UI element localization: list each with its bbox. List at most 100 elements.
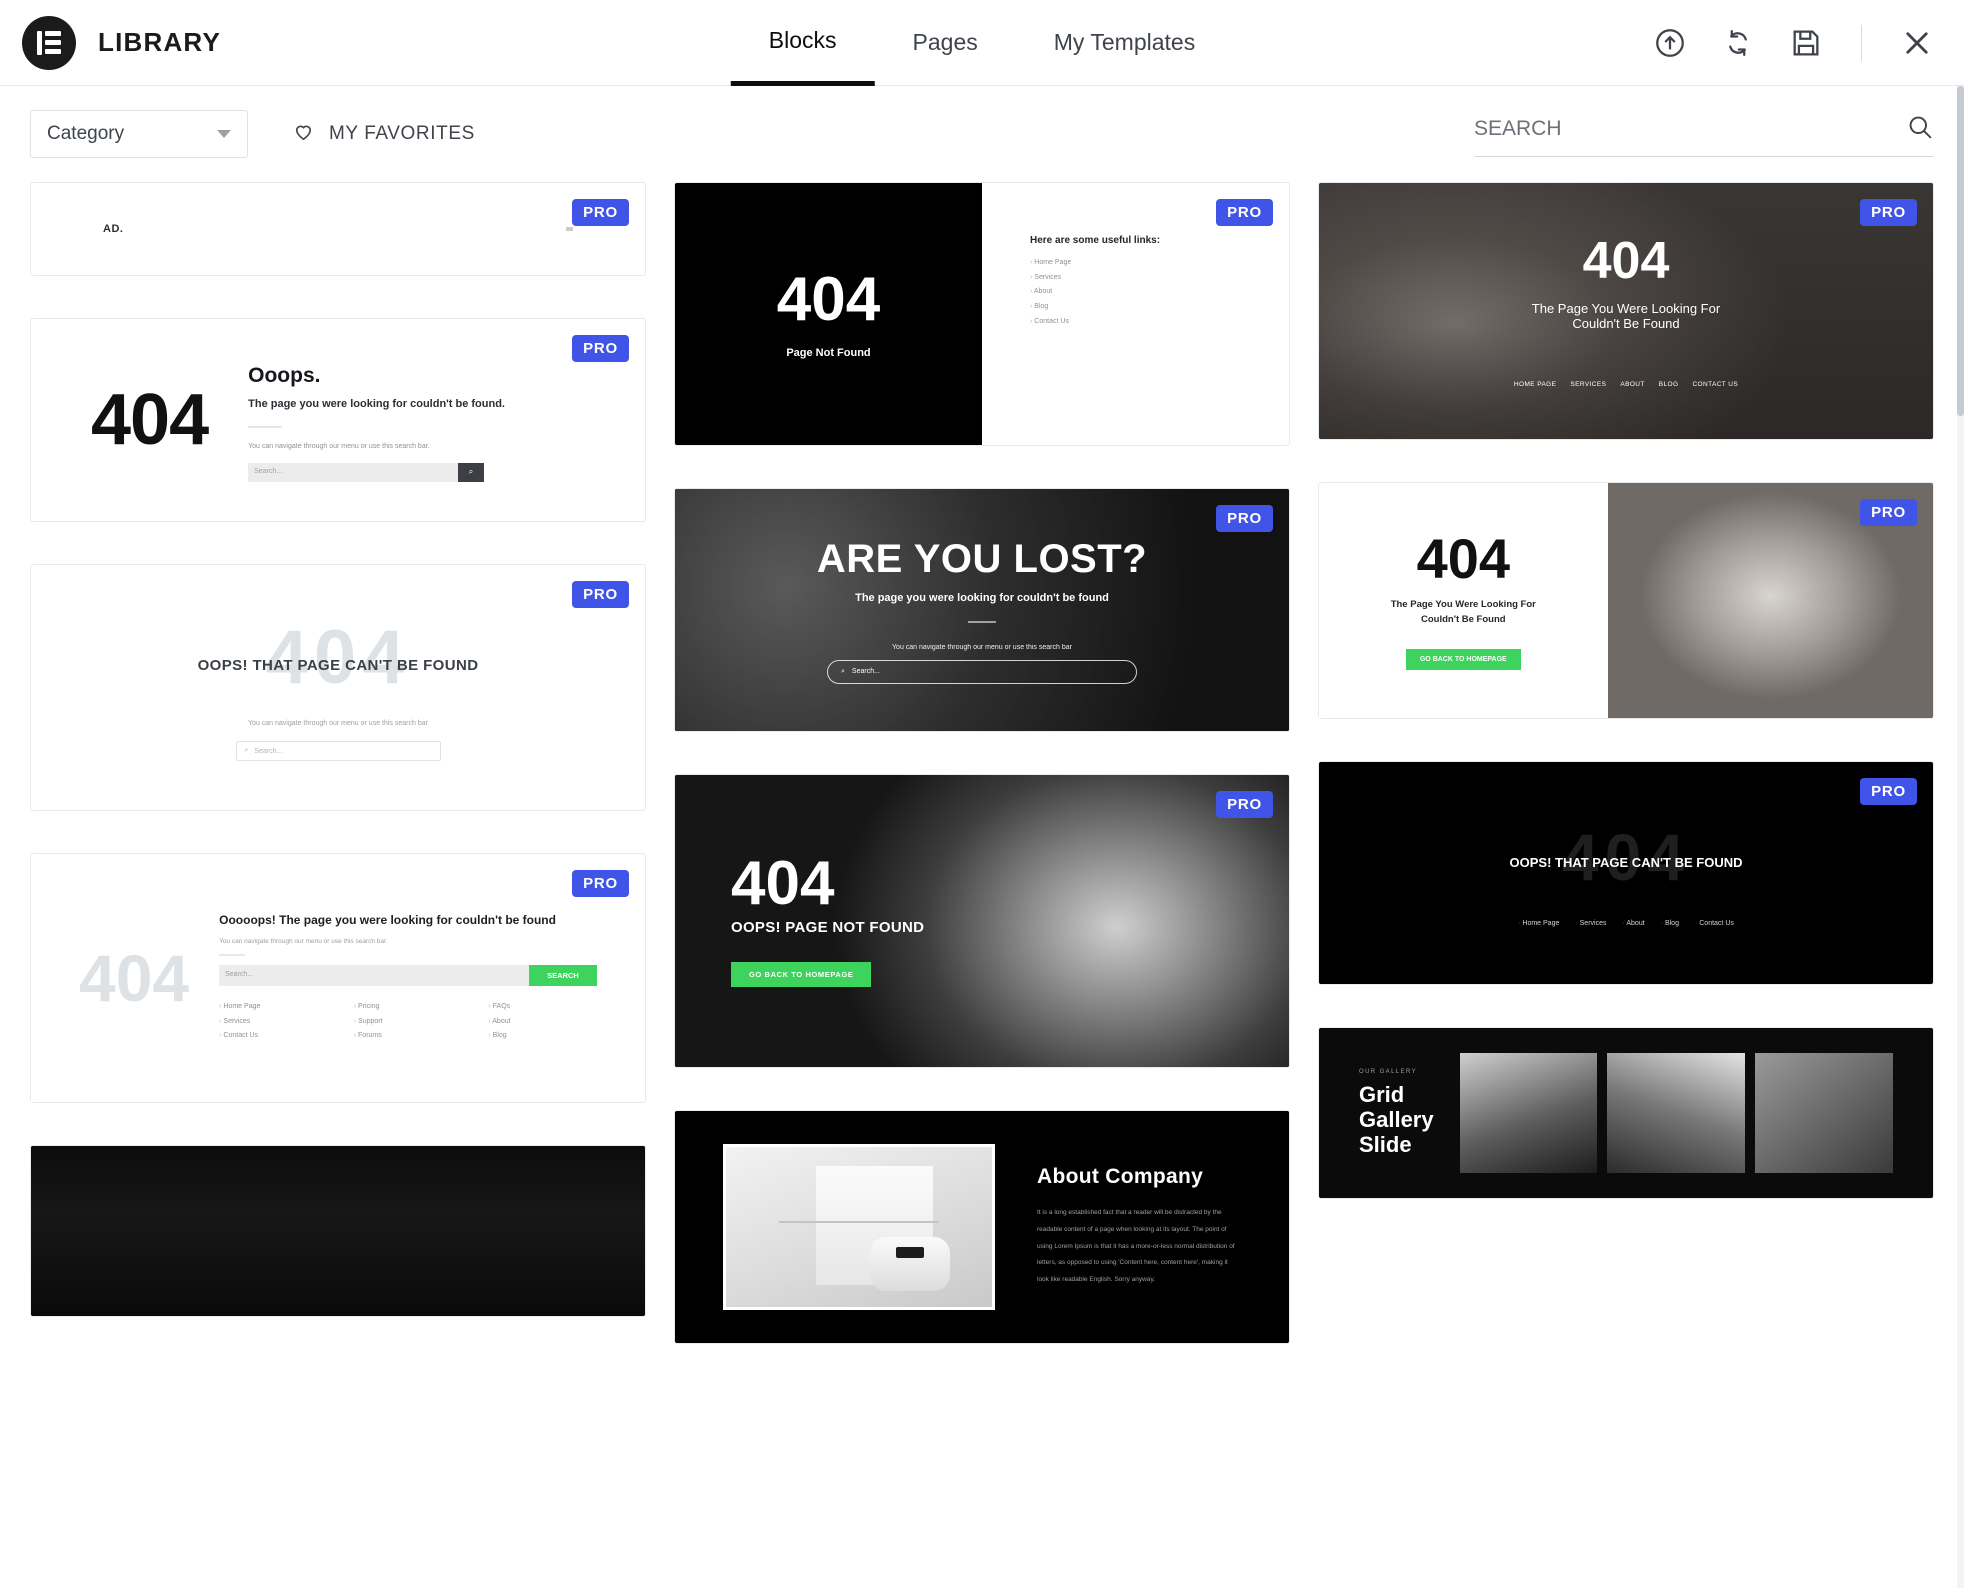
- pro-badge: PRO: [572, 581, 629, 608]
- template-card-man-404[interactable]: PRO 404 OOPS! PAGE NOT FOUND GO BACK TO …: [674, 774, 1290, 1068]
- section-body: It is a long established fact that a rea…: [1037, 1208, 1235, 1284]
- template-card-ooops[interactable]: PRO 404 Ooops. The page you were looking…: [30, 318, 646, 522]
- error-headline: OOPS! THAT PAGE CAN'T BE FOUND: [197, 657, 479, 674]
- list-item: Services: [219, 1015, 328, 1030]
- gallery-tiles: [1459, 1053, 1893, 1173]
- template-card-oops-light[interactable]: PRO 404 OOPS! THAT PAGE CAN'T BE FOUND Y…: [30, 564, 646, 811]
- divider: [248, 426, 283, 429]
- template-card-baby-404[interactable]: PRO 404 The Page You Were Looking For Co…: [1318, 482, 1934, 719]
- list-item: About: [488, 1015, 597, 1030]
- template-preview: 404 Page Not Found Here are some useful …: [675, 183, 1289, 445]
- gallery-title-line2: Gallery: [1359, 1106, 1434, 1132]
- category-dropdown[interactable]: Category: [30, 110, 248, 158]
- error-subtitle-line1: The Page You Were Looking For: [1390, 599, 1536, 611]
- template-grid: PRO AD. PRO 404 Ooops. The page you were…: [0, 182, 1964, 1588]
- error-subtitle-line2: Couldn't Be Found: [1572, 315, 1680, 331]
- preview-search-bar: ⌕ Search...: [827, 659, 1137, 684]
- template-preview: ARE YOU LOST? The page you were looking …: [675, 489, 1289, 731]
- list-item: Contact Us: [219, 1029, 328, 1044]
- search-field[interactable]: [1474, 112, 1934, 157]
- error-number: 404: [79, 941, 190, 1015]
- tab-blocks[interactable]: Blocks: [730, 0, 875, 86]
- template-card-dark-oops[interactable]: PRO 404 OOPS! THAT PAGE CAN'T BE FOUND H…: [1318, 761, 1934, 985]
- go-back-home-button: GO BACK TO HOMEPAGE: [731, 962, 872, 988]
- close-icon[interactable]: [1900, 26, 1934, 60]
- search-icon: ⌕: [841, 667, 845, 675]
- nav-item: CONTACT US: [1692, 380, 1739, 388]
- preview-search-row: Search... ⌕: [248, 462, 484, 482]
- section-title: About Company: [1037, 1164, 1204, 1188]
- link-column: FAQs About Blog: [488, 1000, 597, 1044]
- pro-badge: PRO: [1216, 791, 1273, 818]
- error-number: 404: [1416, 527, 1510, 591]
- template-card-city[interactable]: [30, 1145, 646, 1317]
- preview-search-bar: ⌕ Search...: [235, 741, 441, 761]
- library-tabs: Blocks Pages My Templates: [730, 0, 1233, 86]
- error-note: You can navigate through our menu or use…: [248, 443, 430, 451]
- search-input[interactable]: [1474, 116, 1905, 141]
- tab-my-templates[interactable]: My Templates: [1016, 0, 1233, 86]
- preview-search-input: Search...: [219, 964, 529, 986]
- crowd-photo: [675, 489, 1289, 731]
- gallery-title-line1: Grid: [1359, 1081, 1405, 1107]
- template-card-are-you-lost[interactable]: PRO ARE YOU LOST? The page you were look…: [674, 488, 1290, 732]
- preview-search-button: ⌕: [457, 462, 484, 482]
- pro-badge: PRO: [572, 335, 629, 362]
- preview-search-placeholder: Search...: [254, 747, 283, 755]
- grid-column-1: PRO AD. PRO 404 Ooops. The page you were…: [30, 182, 646, 1588]
- error-subtitle-line1: The Page You Were Looking For: [1531, 300, 1721, 316]
- error-note: You can navigate through our menu or use…: [219, 937, 388, 945]
- grid-column-3: PRO 404 The Page You Were Looking For Co…: [1318, 182, 1934, 1588]
- template-preview: [31, 1146, 645, 1316]
- error-subtitle: The page you were looking for couldn't b…: [855, 591, 1109, 604]
- error-headline: Ooooops! The page you were looking for c…: [219, 913, 556, 928]
- nav-item: BLOG: [1658, 380, 1679, 388]
- error-note: You can navigate through our menu or use…: [892, 643, 1072, 651]
- scrollbar-track[interactable]: [1957, 86, 1964, 1588]
- template-preview: 404 Ooooops! The page you were looking f…: [31, 854, 645, 1102]
- nav-item: ABOUT: [1620, 380, 1645, 388]
- links-heading: Here are some useful links:: [1030, 235, 1161, 246]
- app-header: LIBRARY Blocks Pages My Templates: [0, 0, 1964, 86]
- footer-nav: Home Page Services About Blog Contact Us: [1518, 920, 1733, 927]
- pro-badge: PRO: [1216, 505, 1273, 532]
- filter-bar: Category MY FAVORITES: [0, 86, 1964, 182]
- pro-badge: PRO: [1860, 199, 1917, 226]
- sync-icon[interactable]: [1721, 26, 1755, 60]
- template-preview: 404 OOPS! PAGE NOT FOUND GO BACK TO HOME…: [675, 775, 1289, 1067]
- gallery-title-line3: Slide: [1359, 1132, 1412, 1158]
- template-card-grid-gallery[interactable]: OUR GALLERY Grid Gallery Slide: [1318, 1027, 1934, 1199]
- list-item: Pricing: [354, 1000, 463, 1015]
- nav-placeholder-icon: [566, 227, 573, 231]
- my-favorites-filter[interactable]: MY FAVORITES: [292, 120, 475, 149]
- list-item: FAQs: [488, 1000, 597, 1015]
- go-back-home-button: GO BACK TO HOMEPAGE: [1405, 648, 1521, 670]
- upload-icon[interactable]: [1653, 26, 1687, 60]
- chevron-down-icon: [217, 130, 231, 138]
- list-item: Home Page: [219, 1000, 328, 1015]
- template-preview: 404 The Page You Were Looking For Couldn…: [1319, 183, 1933, 439]
- preview-search-placeholder: Search...: [851, 668, 880, 675]
- template-card-ad-header[interactable]: PRO AD.: [30, 182, 646, 276]
- scrollbar-thumb[interactable]: [1957, 86, 1964, 416]
- search-icon: ⌕: [244, 747, 249, 754]
- search-icon[interactable]: [1905, 112, 1934, 146]
- template-card-about-company[interactable]: About Company It is a long established f…: [674, 1110, 1290, 1344]
- header-divider: [1861, 24, 1862, 61]
- template-card-ooooops-links[interactable]: PRO 404 Ooooops! The page you were looki…: [30, 853, 646, 1103]
- pro-badge: PRO: [572, 870, 629, 897]
- save-icon[interactable]: [1789, 26, 1823, 60]
- brand: LIBRARY: [0, 15, 221, 70]
- my-favorites-label: MY FAVORITES: [329, 123, 475, 144]
- heart-icon: [292, 120, 315, 149]
- template-card-keyboard-404[interactable]: PRO 404 The Page You Were Looking For Co…: [1318, 182, 1934, 440]
- template-card-black-404-links[interactable]: PRO 404 Page Not Found Here are some use…: [674, 182, 1290, 446]
- nav-item: Services: [1575, 920, 1607, 927]
- footer-nav: HOME PAGE SERVICES ABOUT BLOG CONTACT US: [1514, 381, 1738, 388]
- nav-item: Blog: [1661, 920, 1679, 927]
- library-title: LIBRARY: [98, 27, 221, 57]
- pro-badge: PRO: [1860, 499, 1917, 526]
- list-item: Forums: [354, 1029, 463, 1044]
- error-number: 404: [731, 848, 835, 918]
- tab-pages[interactable]: Pages: [875, 0, 1016, 86]
